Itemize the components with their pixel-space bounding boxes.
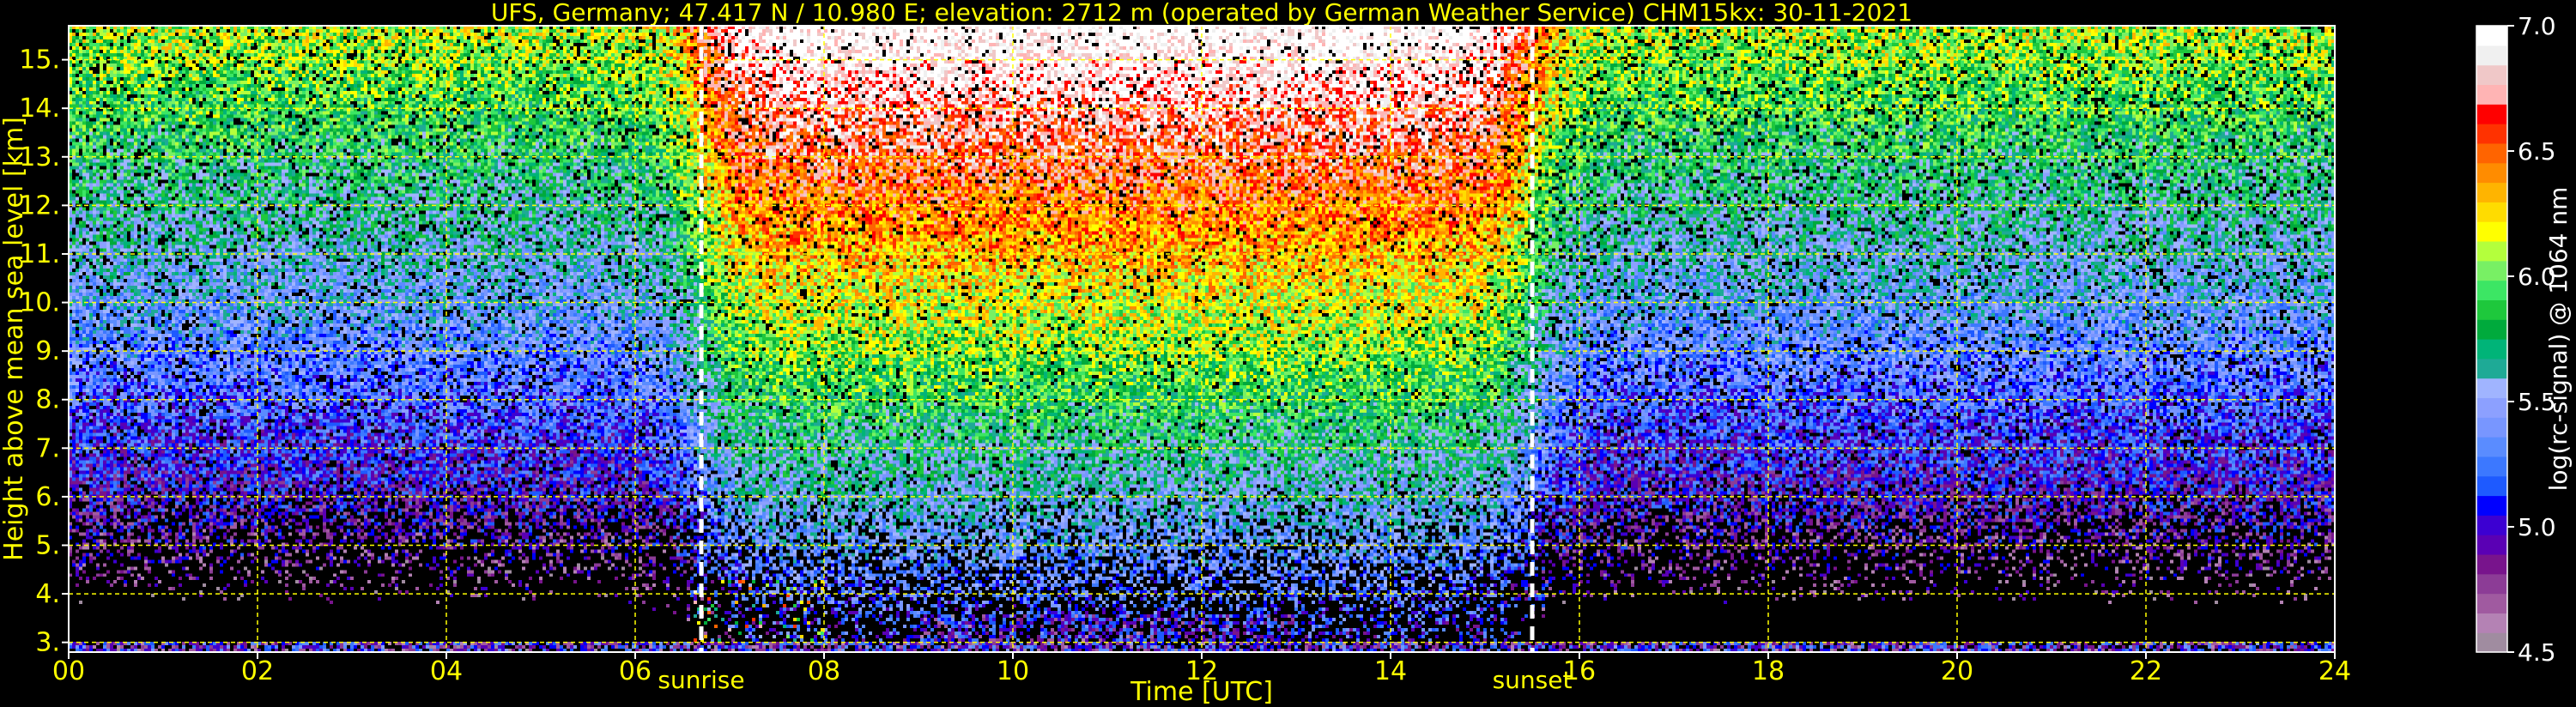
colorbar-segment <box>2476 84 2507 105</box>
colorbar-segment <box>2476 260 2507 281</box>
colorbar-segment <box>2476 240 2507 262</box>
x-tick-label: 02 <box>241 656 274 686</box>
colorbar-segment <box>2476 64 2507 86</box>
colorbar-segment <box>2476 319 2507 340</box>
colorbar-segment <box>2476 456 2507 477</box>
colorbar-segment <box>2476 417 2507 438</box>
y-tick-label: 9. <box>35 336 60 366</box>
colorbar-tick-label: 5.0 <box>2518 513 2556 541</box>
x-tick-label: 00 <box>52 656 85 686</box>
y-tick-label: 8. <box>35 385 60 415</box>
colorbar-segment <box>2476 45 2507 66</box>
x-tick-label: 10 <box>997 656 1029 686</box>
y-tick-label: 15. <box>19 45 60 76</box>
colorbar-segment <box>2476 553 2507 575</box>
colorbar-segment <box>2476 104 2507 124</box>
x-tick-label: 04 <box>430 656 463 686</box>
y-axis-label: Height above mean sea level [km] <box>0 117 29 561</box>
colorbar-tick-label: 7.0 <box>2518 12 2556 40</box>
sunrise-label: sunrise <box>658 666 744 694</box>
colorbar-segment <box>2476 358 2507 379</box>
colorbar-segment <box>2476 221 2507 242</box>
colorbar-segment <box>2476 202 2507 222</box>
ceilometer-figure: UFS, Germany; 47.417 N / 10.980 E; eleva… <box>0 0 2573 707</box>
colorbar-segment <box>2476 613 2507 633</box>
chart-title: UFS, Germany; 47.417 N / 10.980 E; eleva… <box>491 0 1912 27</box>
x-tick-label: 06 <box>619 656 652 686</box>
colorbar-segment <box>2476 339 2507 360</box>
x-tick-label: 08 <box>808 656 840 686</box>
x-tick-label: 24 <box>2318 656 2351 686</box>
y-tick-label: 6. <box>35 482 60 512</box>
colorbar-segment <box>2476 515 2507 535</box>
y-tick-label: 5. <box>35 531 60 561</box>
colorbar-segment <box>2476 437 2507 457</box>
x-tick-label: 14 <box>1374 656 1407 686</box>
colorbar-segment <box>2476 593 2507 613</box>
x-axis-label: Time [UTC] <box>1130 677 1273 707</box>
colorbar-segment <box>2476 280 2507 300</box>
x-tick-label: 22 <box>2130 656 2162 686</box>
colorbar-label: log(rc-signal) @ 1064 nm <box>2544 187 2573 492</box>
colorbar-segment <box>2476 573 2507 595</box>
colorbar-segment <box>2476 142 2507 164</box>
sunset-label: sunset <box>1493 666 1573 694</box>
colorbar-segment <box>2476 475 2507 497</box>
colorbar-segment <box>2476 124 2507 144</box>
x-tick-label: 20 <box>1941 656 1973 686</box>
colorbar-tick-label: 6.5 <box>2518 137 2556 166</box>
colorbar-segment <box>2476 182 2507 202</box>
colorbar-segment <box>2476 378 2507 399</box>
y-tick-label: 4. <box>35 579 60 609</box>
colorbar-segment <box>2476 632 2507 653</box>
colorbar-segment <box>2476 495 2507 516</box>
colorbar-segment <box>2476 26 2507 46</box>
colorbar-segment <box>2476 397 2507 418</box>
colorbar-segment <box>2476 162 2507 184</box>
y-tick-label: 7. <box>35 433 60 463</box>
y-tick-label: 3. <box>35 628 60 658</box>
colorbar-segment <box>2476 535 2507 555</box>
x-tick-label: 18 <box>1752 656 1785 686</box>
colorbar-segment <box>2476 299 2507 320</box>
colorbar-tick-label: 4.5 <box>2518 638 2556 667</box>
plot-area: 3.4.5.6.7.8.9.10.11.12.13.14.15.00 02 04 06… <box>19 25 2351 694</box>
